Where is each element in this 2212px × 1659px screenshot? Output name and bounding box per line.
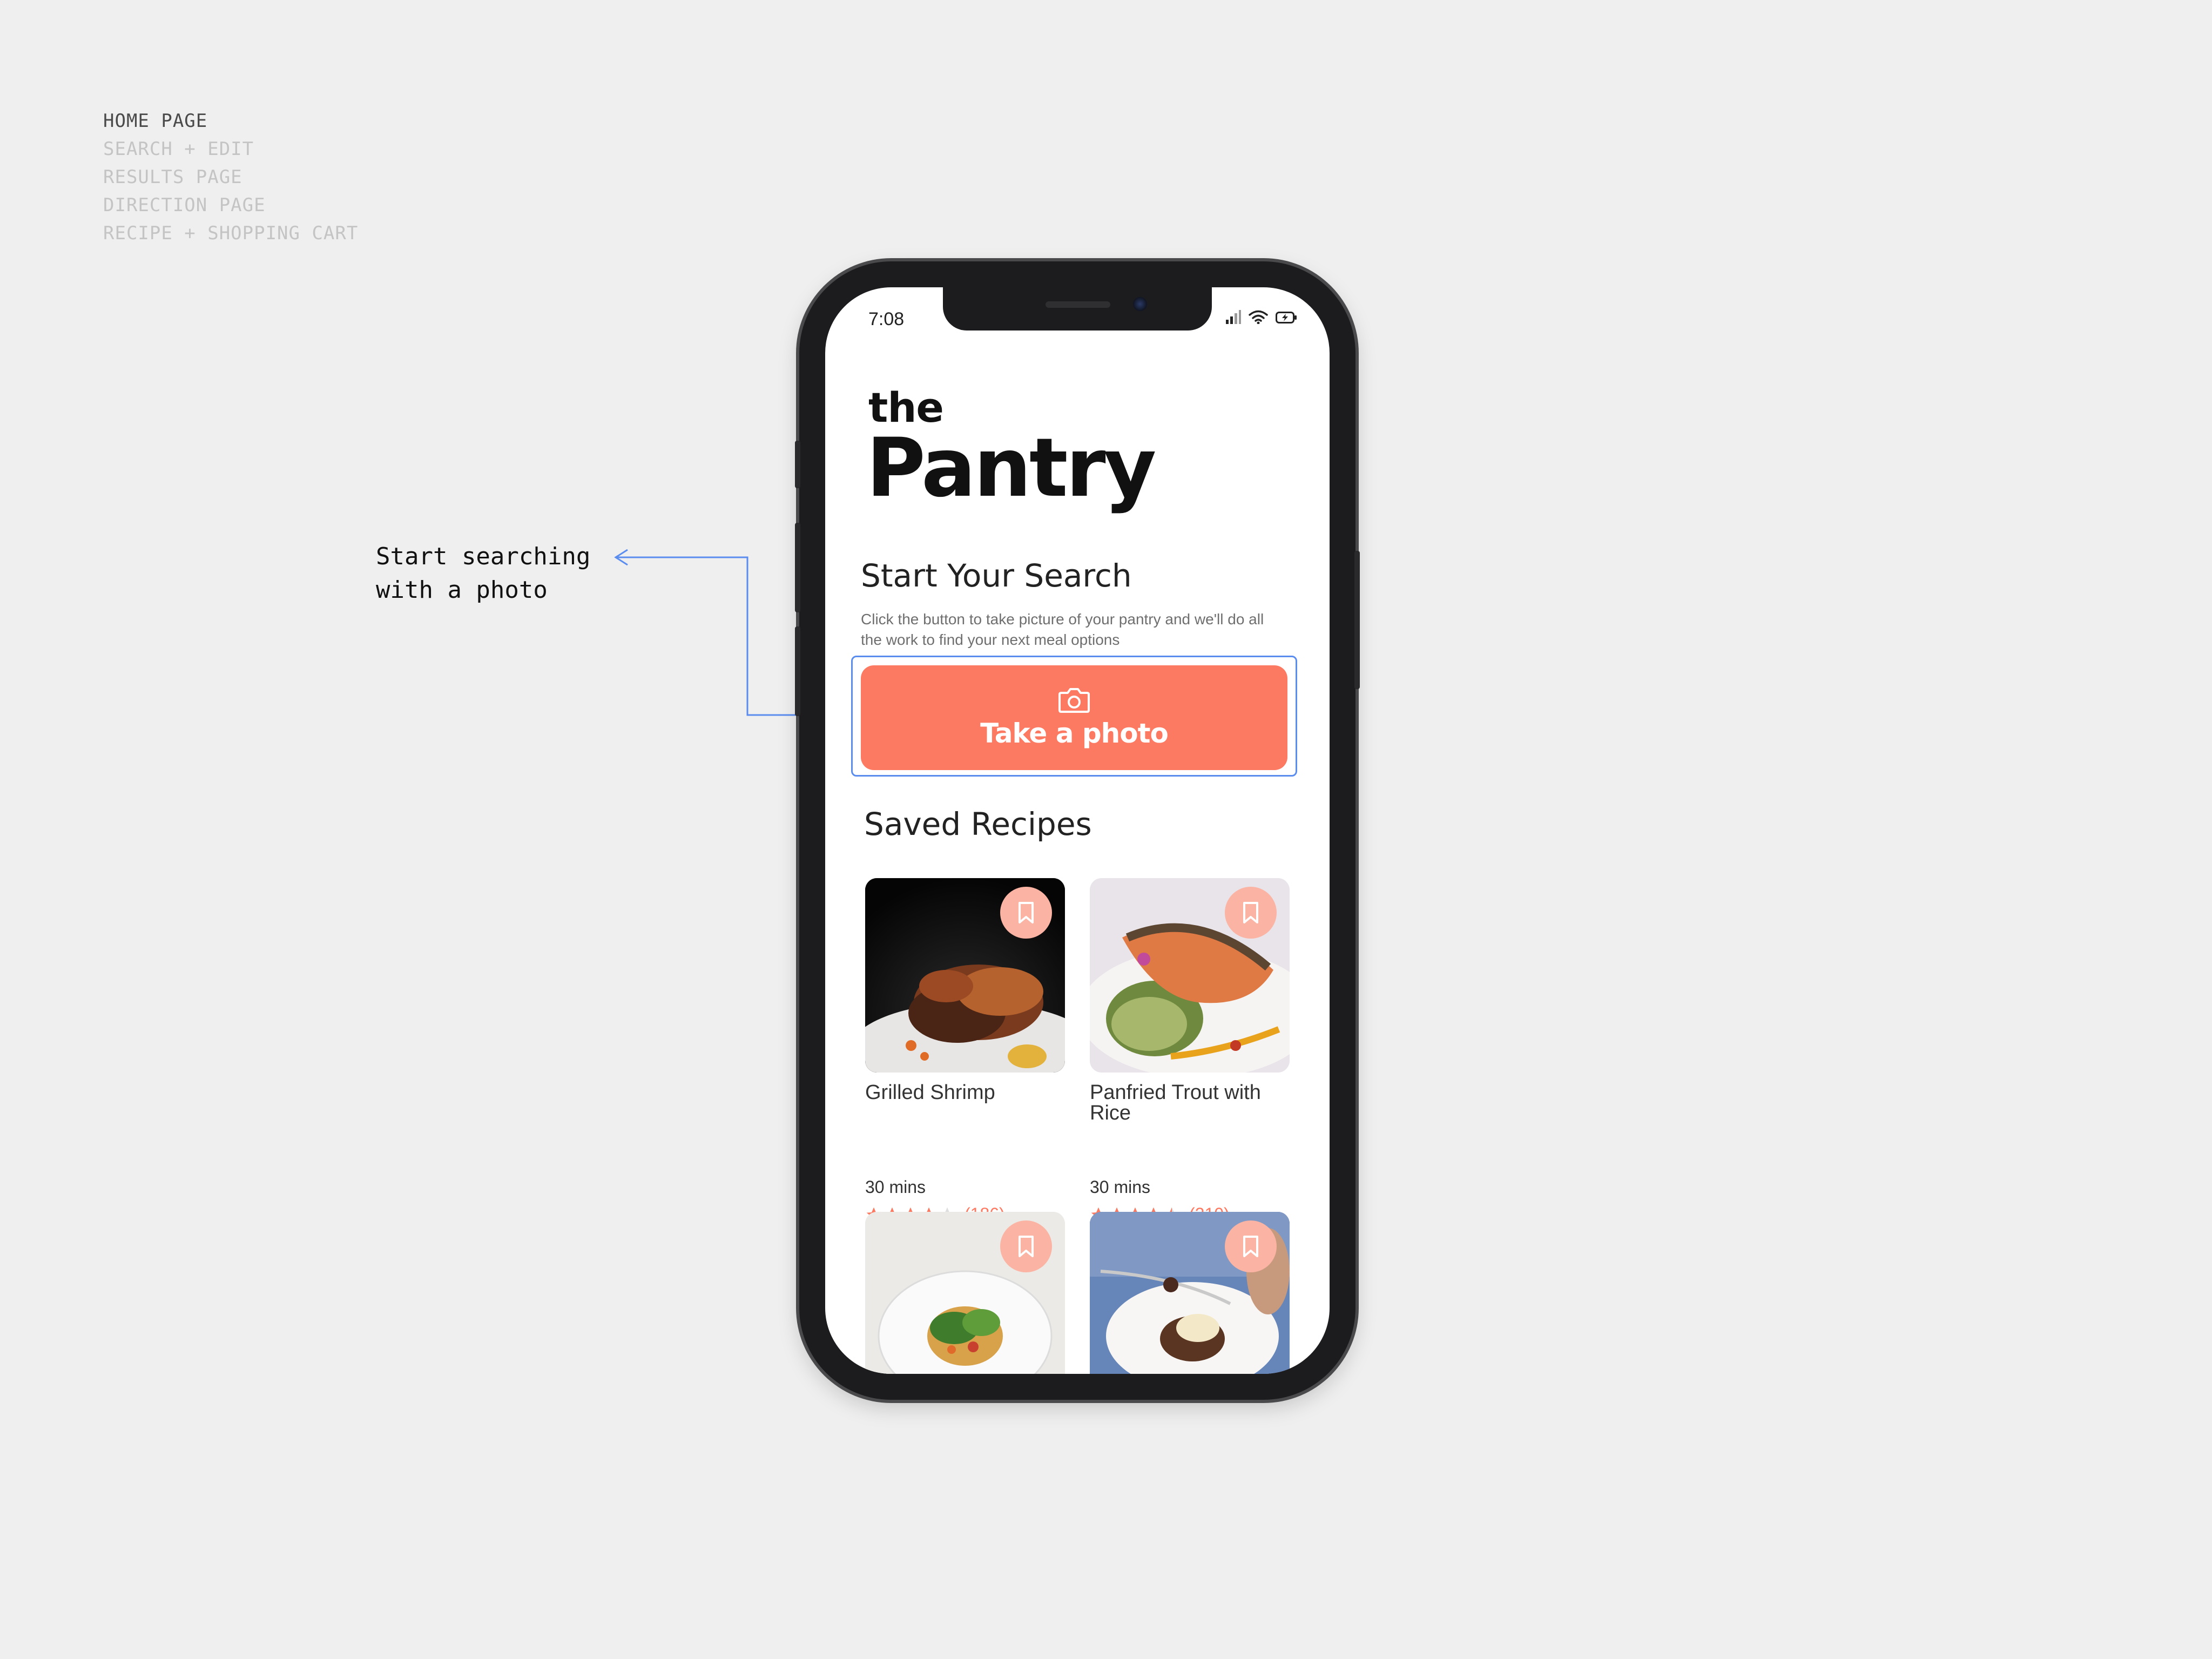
speaker-grille [1046, 301, 1110, 308]
bookmark-icon [1019, 1236, 1034, 1257]
recipe-time: 30 mins [865, 1177, 926, 1197]
nav-item-recipe-shopping-cart[interactable]: RECIPE + SHOPPING CART [103, 219, 358, 247]
recipe-card-4[interactable] [1090, 1212, 1290, 1374]
bookmark-button[interactable] [1000, 887, 1052, 939]
recipe-card-panfried-trout[interactable]: Panfried Trout with Rice 30 mins (210) [1090, 878, 1290, 1235]
recipe-card-grilled-shrimp[interactable]: Grilled Shrimp 30 mins (186) [865, 878, 1065, 1235]
search-section-title: Start Your Search [861, 557, 1132, 594]
bookmark-icon [1243, 902, 1258, 923]
nav-item-home-page[interactable]: HOME PAGE [103, 107, 358, 135]
search-description: Click the button to take picture of your… [861, 611, 1264, 648]
bookmark-button[interactable] [1000, 1220, 1052, 1272]
battery-charging-icon [1276, 312, 1297, 323]
front-camera [1133, 297, 1147, 311]
phone-power-button [1354, 551, 1360, 689]
status-icons [1225, 310, 1297, 324]
bookmark-icon [1243, 1236, 1258, 1257]
phone-volume-up [795, 523, 800, 612]
recipe-name: Panfried Trout with Rice [1090, 1081, 1261, 1124]
status-time: 7:08 [868, 309, 905, 329]
wifi-icon [1249, 310, 1268, 324]
bookmark-button[interactable] [1225, 887, 1277, 939]
signal-icon [1226, 310, 1241, 324]
nav-item-search-edit[interactable]: SEARCH + EDIT [103, 135, 358, 163]
notch [943, 287, 1212, 331]
recipe-card-3[interactable] [865, 1212, 1065, 1374]
page-nav: HOME PAGE SEARCH + EDIT RESULTS PAGE DIR… [103, 107, 358, 247]
take-photo-label: Take a photo [980, 718, 1169, 749]
nav-item-results-page[interactable]: RESULTS PAGE [103, 163, 358, 191]
annotation-text: Start searching with a photo [376, 543, 591, 604]
saved-recipes-title: Saved Recipes [864, 806, 1092, 842]
phone-silent-switch [795, 441, 800, 488]
bookmark-button[interactable] [1225, 1220, 1277, 1272]
nav-item-direction-page[interactable]: DIRECTION PAGE [103, 191, 358, 219]
recipe-name: Grilled Shrimp [865, 1081, 995, 1104]
phone-volume-down [795, 626, 800, 716]
bookmark-icon [1019, 902, 1034, 923]
brand-name: Pantry [866, 421, 1156, 515]
take-photo-button[interactable]: Take a photo [861, 665, 1287, 770]
camera-icon [1058, 688, 1090, 713]
phone-screen: 7:08 the Pantry Start Your Search Click … [825, 287, 1330, 1374]
recipe-time: 30 mins [1090, 1177, 1151, 1197]
